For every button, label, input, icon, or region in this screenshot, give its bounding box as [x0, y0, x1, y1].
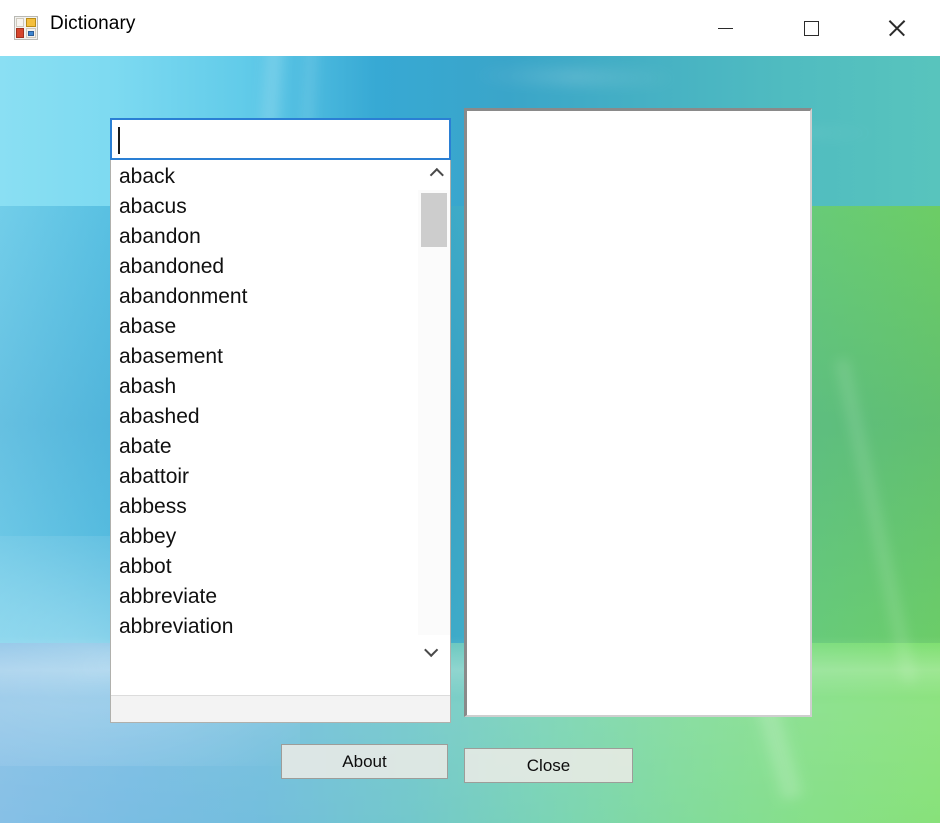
minimize-icon [717, 27, 733, 29]
word-list-items: aback abacus abandon abandoned abandonme… [111, 162, 419, 665]
close-window-button[interactable] [854, 0, 940, 56]
close-icon [889, 20, 906, 37]
window-controls [682, 0, 940, 56]
title-bar: Dictionary [0, 0, 940, 56]
scroll-down-button[interactable] [418, 635, 450, 665]
word-list-box[interactable]: aback abacus abandon abandoned abandonme… [110, 160, 451, 723]
about-button[interactable]: About [281, 744, 448, 779]
list-item[interactable]: abbot [111, 552, 419, 582]
list-item[interactable]: abbey [111, 522, 419, 552]
list-item[interactable]: abattoir [111, 462, 419, 492]
close-button[interactable]: Close [464, 748, 633, 783]
list-item[interactable]: abashed [111, 402, 419, 432]
maximize-icon [803, 20, 819, 36]
chevron-up-icon [429, 167, 444, 183]
list-item[interactable]: abbreviation [111, 612, 419, 642]
minimize-button[interactable] [682, 0, 768, 56]
list-item[interactable]: abbreviate [111, 582, 419, 612]
list-item[interactable]: abacus [111, 192, 419, 222]
definition-panel[interactable] [464, 108, 812, 717]
list-item[interactable]: abandonment [111, 282, 419, 312]
winforms-app-icon [14, 16, 38, 40]
horizontal-scrollbar[interactable] [111, 695, 450, 722]
dictionary-application-window: Dictionary aback abacus abandon abandone… [0, 0, 940, 823]
list-item[interactable]: abasement [111, 342, 419, 372]
list-item[interactable]: abandon [111, 222, 419, 252]
scroll-up-button[interactable] [418, 160, 450, 190]
window-title: Dictionary [50, 13, 136, 34]
maximize-button[interactable] [768, 0, 854, 56]
list-item[interactable]: aback [111, 162, 419, 192]
list-item[interactable]: abandoned [111, 252, 419, 282]
chevron-down-icon [424, 642, 439, 658]
scrollbar-track[interactable] [418, 190, 450, 635]
vertical-scrollbar[interactable] [418, 160, 450, 665]
text-caret [118, 127, 120, 154]
list-item[interactable]: abbess [111, 492, 419, 522]
list-item[interactable]: abash [111, 372, 419, 402]
list-item[interactable]: abate [111, 432, 419, 462]
client-area: aback abacus abandon abandoned abandonme… [0, 56, 940, 823]
scrollbar-thumb[interactable] [421, 193, 447, 247]
list-item[interactable]: abase [111, 312, 419, 342]
search-field-wrapper[interactable] [110, 118, 451, 160]
search-input[interactable] [112, 120, 449, 158]
